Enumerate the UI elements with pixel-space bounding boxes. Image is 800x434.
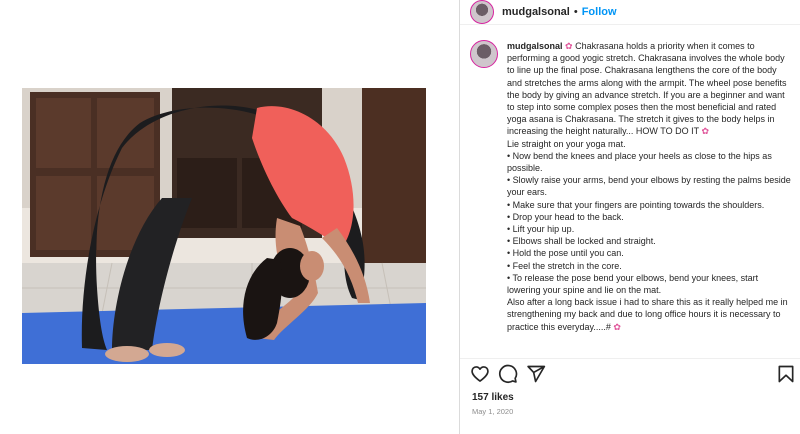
flower-emoji-icon: ✿ [701, 126, 709, 137]
post-caption: mudgalsonal ✿ Chakrasana holds a priorit… [470, 40, 796, 356]
action-bar [470, 363, 795, 385]
caption-line: • Feel the stretch in the core. [507, 260, 622, 271]
caption-line: Lie straight on your yoga mat. [507, 138, 626, 149]
caption-line: • Lift your hip up. [507, 224, 575, 235]
caption-line: • Drop your head to the back. [507, 211, 624, 222]
caption-line: • Hold the pose until you can. [507, 248, 624, 259]
likes-count[interactable]: 157 likes [472, 392, 514, 403]
follow-button[interactable]: Follow [582, 6, 617, 18]
post-date[interactable]: May 1, 2020 [472, 407, 513, 416]
pane-divider [459, 0, 460, 434]
share-icon[interactable] [526, 364, 546, 384]
caption-paragraph: mudgalsonal ✿ Chakrasana holds a priorit… [507, 40, 793, 138]
caption-author-avatar[interactable] [470, 40, 498, 68]
caption-closing-text: Also after a long back issue i had to sh… [507, 297, 788, 332]
flower-emoji-icon: ✿ [613, 321, 621, 332]
post-media-pane [0, 0, 459, 434]
caption-line: • To release the pose bend your elbows, … [507, 272, 759, 296]
bookmark-icon[interactable] [776, 364, 796, 384]
caption-line: • Elbows shall be locked and straight. [507, 236, 656, 247]
caption-username[interactable]: mudgalsonal [507, 41, 563, 51]
caption-line: • Now bend the knees and place your heel… [507, 150, 772, 174]
caption-text: mudgalsonal ✿ Chakrasana holds a priorit… [507, 40, 793, 333]
author-avatar[interactable] [470, 0, 494, 24]
post-photo[interactable] [22, 88, 426, 364]
separator-dot: • [573, 6, 578, 18]
comment-icon[interactable] [498, 364, 518, 384]
caption-line: • Make sure that your fingers are pointi… [507, 199, 765, 210]
actions-divider [460, 358, 800, 359]
yoga-wheel-pose-image [22, 88, 426, 364]
caption-closing: Also after a long back issue i had to sh… [507, 296, 793, 333]
caption-intro: Chakrasana holds a priority when it come… [507, 41, 787, 137]
caption-line: • Slowly raise your arms, bend your elbo… [507, 175, 791, 198]
header-divider [460, 24, 800, 25]
heart-icon[interactable] [470, 364, 490, 384]
flower-emoji-icon: ✿ [565, 41, 573, 51]
post-header: mudgalsonal • Follow [460, 0, 800, 24]
author-username[interactable]: mudgalsonal [502, 6, 570, 18]
